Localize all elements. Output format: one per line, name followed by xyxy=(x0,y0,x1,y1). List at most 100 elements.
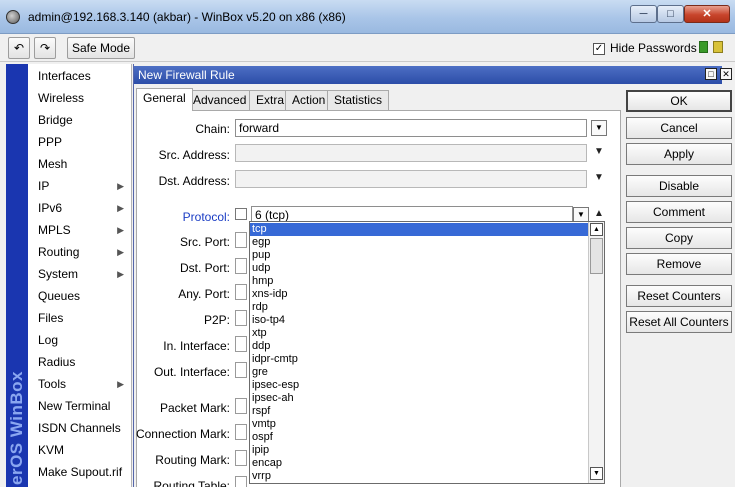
packet-mark-negate-checkbox[interactable] xyxy=(235,398,247,414)
protocol-dropdown-list[interactable]: tcp egp pup udp hmp xns-idp rdp iso-tp4 … xyxy=(249,221,605,484)
p2p-negate-checkbox[interactable] xyxy=(235,310,247,326)
menu-item-label: KVM xyxy=(38,443,65,457)
minimize-button[interactable]: ─ xyxy=(630,5,657,23)
src-port-label: Src. Port: xyxy=(179,235,230,249)
protocol-option[interactable]: xtp xyxy=(250,327,588,340)
menu-item-label: Mesh xyxy=(38,157,68,171)
dst-address-expand-icon[interactable]: ▼ xyxy=(594,172,604,183)
comment-button[interactable]: Comment xyxy=(626,201,732,223)
cancel-button[interactable]: Cancel xyxy=(626,117,732,139)
menu-item-label: System xyxy=(38,267,79,281)
dst-address-label: Dst. Address: xyxy=(158,174,230,188)
protocol-option[interactable]: ipip xyxy=(250,444,588,457)
protocol-option[interactable]: idpr-cmtp xyxy=(250,353,588,366)
toolbar: ↶ ↷ Safe Mode ✓ Hide Passwords xyxy=(0,34,735,62)
window-title-bar[interactable]: admin@192.168.3.140 (akbar) - WinBox v5.… xyxy=(0,0,735,34)
routing-mark-label: Routing Mark: xyxy=(155,453,230,467)
protocol-option[interactable]: xns-idp xyxy=(250,288,588,301)
scroll-thumb[interactable] xyxy=(590,238,603,274)
protocol-option[interactable]: vrrp xyxy=(250,470,588,483)
tab-advanced[interactable]: Advanced xyxy=(186,90,254,110)
dst-address-input[interactable] xyxy=(235,170,587,188)
menu-item-label: ISDN Channels xyxy=(38,421,121,435)
p2p-label: P2P: xyxy=(203,313,230,327)
redo-button[interactable]: ↷ xyxy=(34,37,56,59)
packet-mark-label: Packet Mark: xyxy=(159,401,230,415)
chain-input[interactable]: forward xyxy=(235,119,587,137)
hide-passwords-label: Hide Passwords xyxy=(610,41,697,55)
winbox-app-icon xyxy=(6,10,20,24)
src-port-negate-checkbox[interactable] xyxy=(235,232,247,248)
hide-passwords-checkbox[interactable]: ✓ xyxy=(593,42,605,55)
menu-item-interfaces[interactable]: Interfaces xyxy=(28,65,132,87)
maximize-button[interactable]: □ xyxy=(657,5,684,23)
protocol-option[interactable]: udp xyxy=(250,262,588,275)
dst-port-label: Dst. Port: xyxy=(179,261,230,275)
protocol-label: Protocol: xyxy=(182,210,230,224)
dropdown-scrollbar[interactable]: ▲ ▼ xyxy=(588,222,604,483)
ok-button[interactable]: OK xyxy=(626,90,732,112)
routing-mark-negate-checkbox[interactable] xyxy=(235,450,247,466)
dst-port-negate-checkbox[interactable] xyxy=(235,258,247,274)
window-title: admin@192.168.3.140 (akbar) - WinBox v5.… xyxy=(28,10,346,24)
protocol-option[interactable]: egp xyxy=(250,236,588,249)
dialog-close-button[interactable]: ✕ xyxy=(720,68,732,80)
in-interface-negate-checkbox[interactable] xyxy=(235,336,247,352)
safe-mode-button[interactable]: Safe Mode xyxy=(67,37,135,59)
undo-button[interactable]: ↶ xyxy=(8,37,30,59)
dialog-maximize-button[interactable]: □ xyxy=(705,68,717,80)
protocol-option[interactable]: rspf xyxy=(250,405,588,418)
menu-item-label: MPLS xyxy=(38,223,71,237)
menu-item-label: Wireless xyxy=(38,91,85,105)
src-address-input[interactable] xyxy=(235,144,587,162)
menu-item-label: IPv6 xyxy=(38,201,63,215)
brand-strip: erOS WinBox xyxy=(6,64,28,487)
protocol-option[interactable]: gre xyxy=(250,366,588,379)
chain-dropdown-button[interactable]: ▼ xyxy=(591,120,607,136)
protocol-option[interactable]: iso-tp4 xyxy=(250,314,588,327)
menu-item-label: Files xyxy=(38,311,64,325)
menu-item-label: Routing xyxy=(38,245,80,259)
tab-general[interactable]: General xyxy=(136,88,193,111)
protocol-option[interactable]: tcp xyxy=(250,223,588,236)
menu-item-wireless[interactable]: Wireless xyxy=(28,87,132,109)
out-interface-label: Out. Interface: xyxy=(153,365,230,379)
close-button[interactable]: ✕ xyxy=(684,5,730,23)
chain-label: Chain: xyxy=(195,122,230,136)
routing-table-label: Routing Table: xyxy=(153,479,231,487)
menu-item-label: Make Supout.rif xyxy=(38,465,123,479)
copy-button[interactable]: Copy xyxy=(626,227,732,249)
menu-item-label: Radius xyxy=(38,355,76,369)
menu-item-label: Queues xyxy=(38,289,81,303)
scroll-down-icon[interactable]: ▼ xyxy=(590,467,603,480)
protocol-collapse-icon[interactable]: ▲ xyxy=(594,208,604,219)
protocol-option[interactable]: rdp xyxy=(250,301,588,314)
connection-mark-negate-checkbox[interactable] xyxy=(235,424,247,440)
any-port-negate-checkbox[interactable] xyxy=(235,284,247,300)
tab-statistics[interactable]: Statistics xyxy=(327,90,390,110)
protocol-option[interactable]: pup xyxy=(250,249,588,262)
menu-item-label: Interfaces xyxy=(38,69,91,83)
menu-item-label: Bridge xyxy=(38,113,73,127)
protocol-negate-checkbox[interactable] xyxy=(235,208,247,220)
routing-table-negate-checkbox[interactable] xyxy=(235,476,247,487)
disable-button[interactable]: Disable xyxy=(626,175,732,197)
reset-all-counters-button[interactable]: Reset All Counters xyxy=(626,311,732,333)
hide-passwords-toggle[interactable]: ✓ Hide Passwords xyxy=(593,41,697,55)
protocol-option[interactable]: ddp xyxy=(250,340,588,353)
protocol-option[interactable]: ospf xyxy=(250,431,588,444)
protocol-option[interactable]: ipsec-ah xyxy=(250,392,588,405)
out-interface-negate-checkbox[interactable] xyxy=(235,362,247,378)
protocol-option[interactable]: ipsec-esp xyxy=(250,379,588,392)
remove-button[interactable]: Remove xyxy=(626,253,732,275)
protocol-option[interactable]: encap xyxy=(250,457,588,470)
tab-action[interactable]: Action xyxy=(285,90,333,110)
protocol-option[interactable]: hmp xyxy=(250,275,588,288)
src-address-expand-icon[interactable]: ▼ xyxy=(594,146,604,157)
scroll-up-icon[interactable]: ▲ xyxy=(590,223,603,236)
apply-button[interactable]: Apply xyxy=(626,143,732,165)
dialog-title[interactable]: New Firewall Rule xyxy=(134,66,722,84)
protocol-option[interactable]: vmtp xyxy=(250,418,588,431)
lock-green-icon xyxy=(699,41,708,53)
reset-counters-button[interactable]: Reset Counters xyxy=(626,285,732,307)
